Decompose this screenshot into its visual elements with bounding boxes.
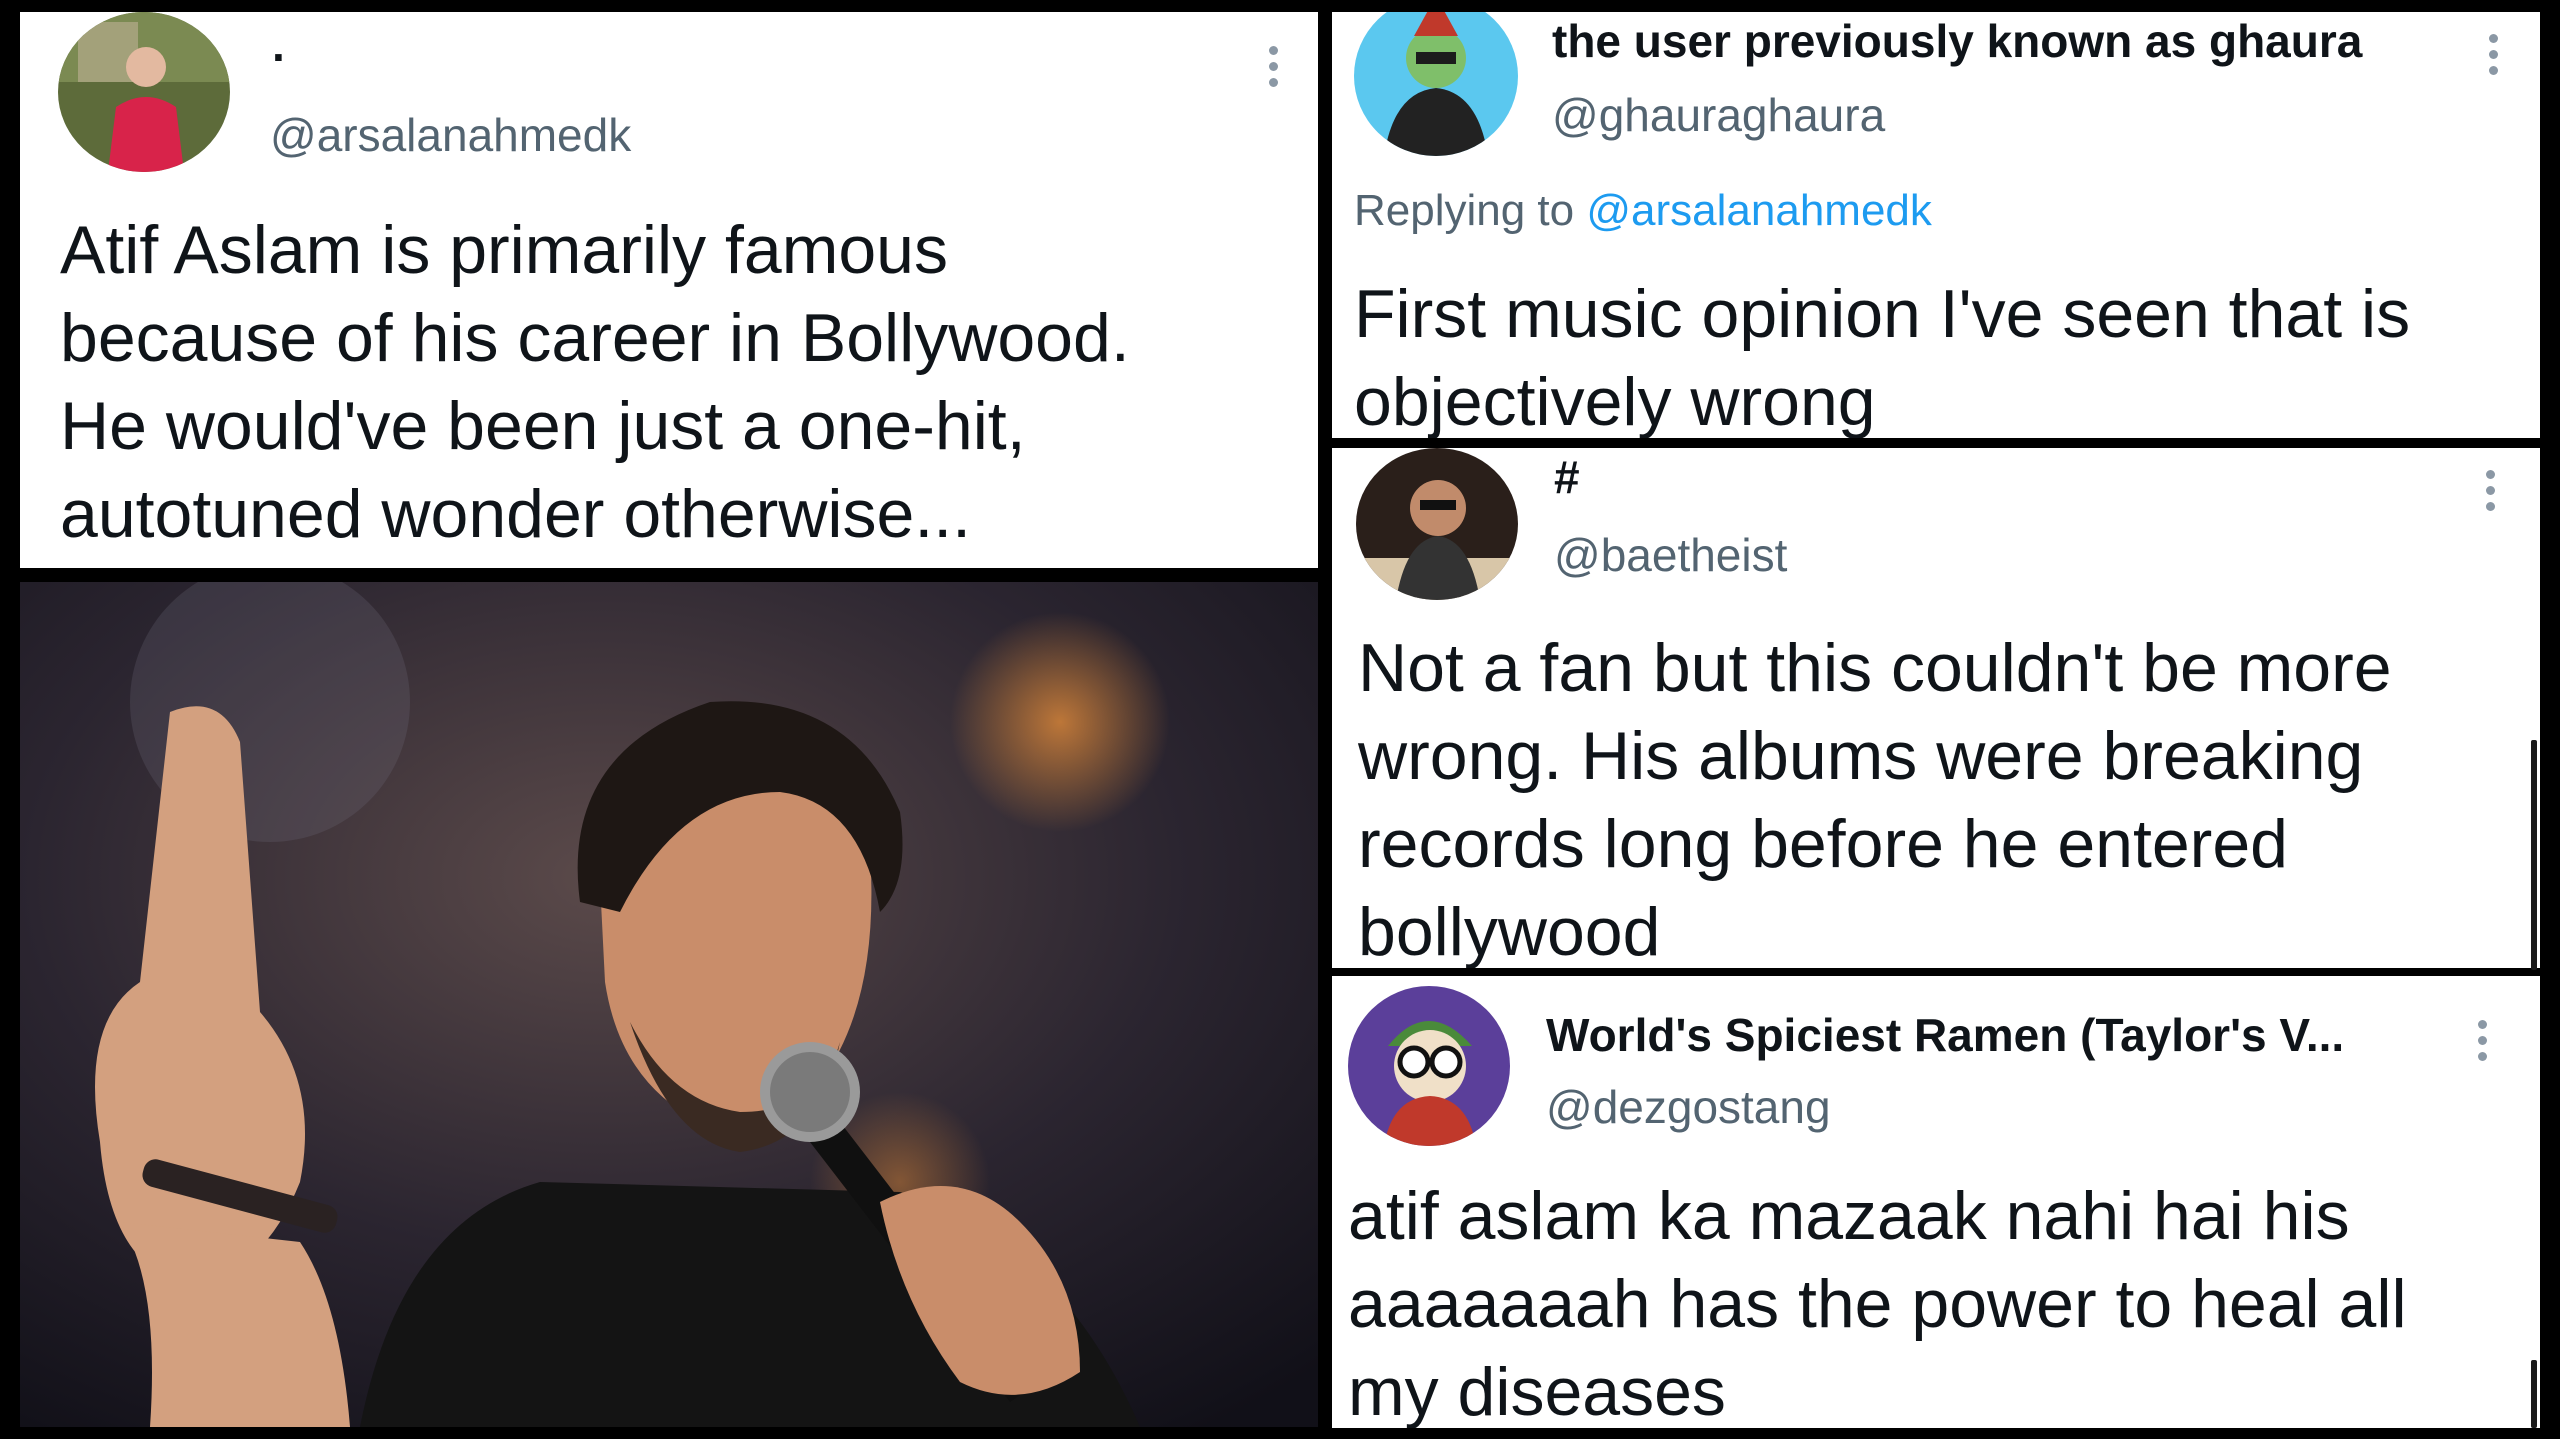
person-avatar-icon <box>58 12 230 172</box>
reply3-handle[interactable]: @dezgostang <box>1546 1080 1831 1134</box>
replying-to-mention[interactable]: @arsalanahmedk <box>1586 186 1932 235</box>
replying-to-label: Replying to <box>1354 186 1575 235</box>
reply2-text: Not a fan but this couldn't be more wron… <box>1358 630 2392 968</box>
reply2-handle[interactable]: @baetheist <box>1554 528 1787 582</box>
reply-card-dezgostang[interactable]: World's Spiciest Ramen (Taylor's V... @d… <box>1332 976 2540 1428</box>
replying-to-line: Replying to @arsalanahmedk <box>1354 186 1932 236</box>
main-tweet-card[interactable]: · @arsalanahmedk Atif Aslam is primarily… <box>20 12 1318 568</box>
reply-card-ghauraghaura[interactable]: the user previously known as ghaura @gha… <box>1332 12 2540 438</box>
reply-card-baetheist[interactable]: # @baetheist Not a fan but this couldn't… <box>1332 448 2540 968</box>
cartoon-avatar-icon <box>1348 986 1510 1146</box>
more-options-icon[interactable] <box>2487 34 2499 75</box>
arsalanahmedk-avatar[interactable] <box>58 12 230 172</box>
more-options-icon[interactable] <box>2476 1020 2488 1061</box>
tweet-photo[interactable] <box>20 582 1318 1427</box>
main-display-name: · <box>272 31 288 83</box>
scrollbar[interactable] <box>2531 1360 2537 1428</box>
dezgostang-avatar[interactable] <box>1348 986 1510 1146</box>
reply1-display-name: the user previously known as ghaura <box>1552 15 2363 67</box>
more-options-icon[interactable] <box>1267 46 1279 87</box>
reply1-handle[interactable]: @ghauraghaura <box>1552 88 1885 142</box>
main-handle[interactable]: @arsalanahmedk <box>270 108 631 162</box>
reply3-display-name: World's Spiciest Ramen (Taylor's V... <box>1546 1009 2345 1061</box>
singer-photo-image <box>20 582 1318 1427</box>
ghauraghaura-avatar[interactable] <box>1354 12 1518 156</box>
main-tweet-text: Atif Aslam is primarily famous because o… <box>60 212 1130 552</box>
scrollbar[interactable] <box>2531 740 2537 970</box>
reply3-text: atif aslam ka mazaak nahi hai his aaaaaa… <box>1348 1178 2407 1428</box>
reply1-text: First music opinion I've seen that is ob… <box>1354 276 2411 438</box>
cartoon-avatar-icon <box>1354 12 1518 156</box>
baetheist-avatar[interactable] <box>1356 448 1518 600</box>
more-options-icon[interactable] <box>2484 470 2496 511</box>
reply2-display-name: # <box>1554 451 1580 503</box>
person-avatar-icon <box>1356 448 1518 600</box>
